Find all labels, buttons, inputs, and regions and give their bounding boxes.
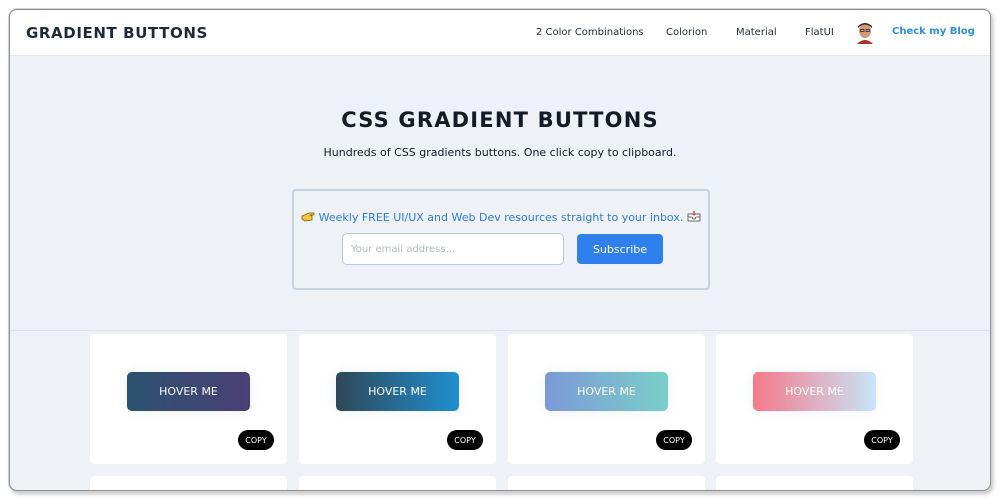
- browser-window: GRADIENT BUTTONS 2 Color Combinations Co…: [9, 9, 991, 491]
- copy-button[interactable]: COPY: [447, 430, 483, 450]
- nav-link-flatui[interactable]: FlatUI: [805, 27, 834, 38]
- gradient-button[interactable]: HOVER ME: [336, 372, 459, 411]
- email-input[interactable]: [342, 233, 564, 265]
- gradient-card: HOVER ME COPY: [90, 334, 287, 464]
- newsletter-text: Weekly FREE UI/UX and Web Dev resources …: [318, 211, 684, 224]
- copy-button[interactable]: COPY: [656, 430, 692, 450]
- page-title: CSS GRADIENT BUTTONS: [341, 108, 659, 132]
- section-divider: [10, 330, 990, 331]
- newsletter-message: Weekly FREE UI/UX and Web Dev resources …: [294, 211, 708, 224]
- nav-link-material[interactable]: Material: [736, 27, 777, 38]
- gradient-button[interactable]: HOVER ME: [127, 372, 250, 411]
- site-brand[interactable]: GRADIENT BUTTONS: [26, 24, 208, 42]
- gradient-button[interactable]: HOVER ME: [753, 372, 876, 411]
- nav-link-colorion[interactable]: Colorion: [666, 27, 707, 38]
- gradient-card-partial: [508, 476, 705, 490]
- gradient-card: HOVER ME COPY: [716, 334, 913, 464]
- gradient-card: HOVER ME COPY: [299, 334, 496, 464]
- top-navbar: GRADIENT BUTTONS 2 Color Combinations Co…: [10, 10, 990, 56]
- gradient-card-partial: [299, 476, 496, 490]
- check-my-blog-link[interactable]: Check my Blog: [892, 26, 975, 37]
- copy-button[interactable]: COPY: [238, 430, 274, 450]
- avatar[interactable]: [855, 22, 875, 44]
- gradient-card-partial: [716, 476, 913, 490]
- newsletter-box: Weekly FREE UI/UX and Web Dev resources …: [292, 189, 710, 290]
- nav-link-2-color-combinations[interactable]: 2 Color Combinations: [536, 27, 644, 38]
- gradient-card-partial: [90, 476, 287, 490]
- gradient-button[interactable]: HOVER ME: [545, 372, 668, 411]
- pointing-hand-icon: [301, 211, 315, 222]
- gradient-card: HOVER ME COPY: [508, 334, 705, 464]
- inbox-tray-icon: [687, 211, 701, 222]
- page-subtitle: Hundreds of CSS gradients buttons. One c…: [323, 146, 677, 159]
- copy-button[interactable]: COPY: [864, 430, 900, 450]
- subscribe-button[interactable]: Subscribe: [577, 234, 663, 264]
